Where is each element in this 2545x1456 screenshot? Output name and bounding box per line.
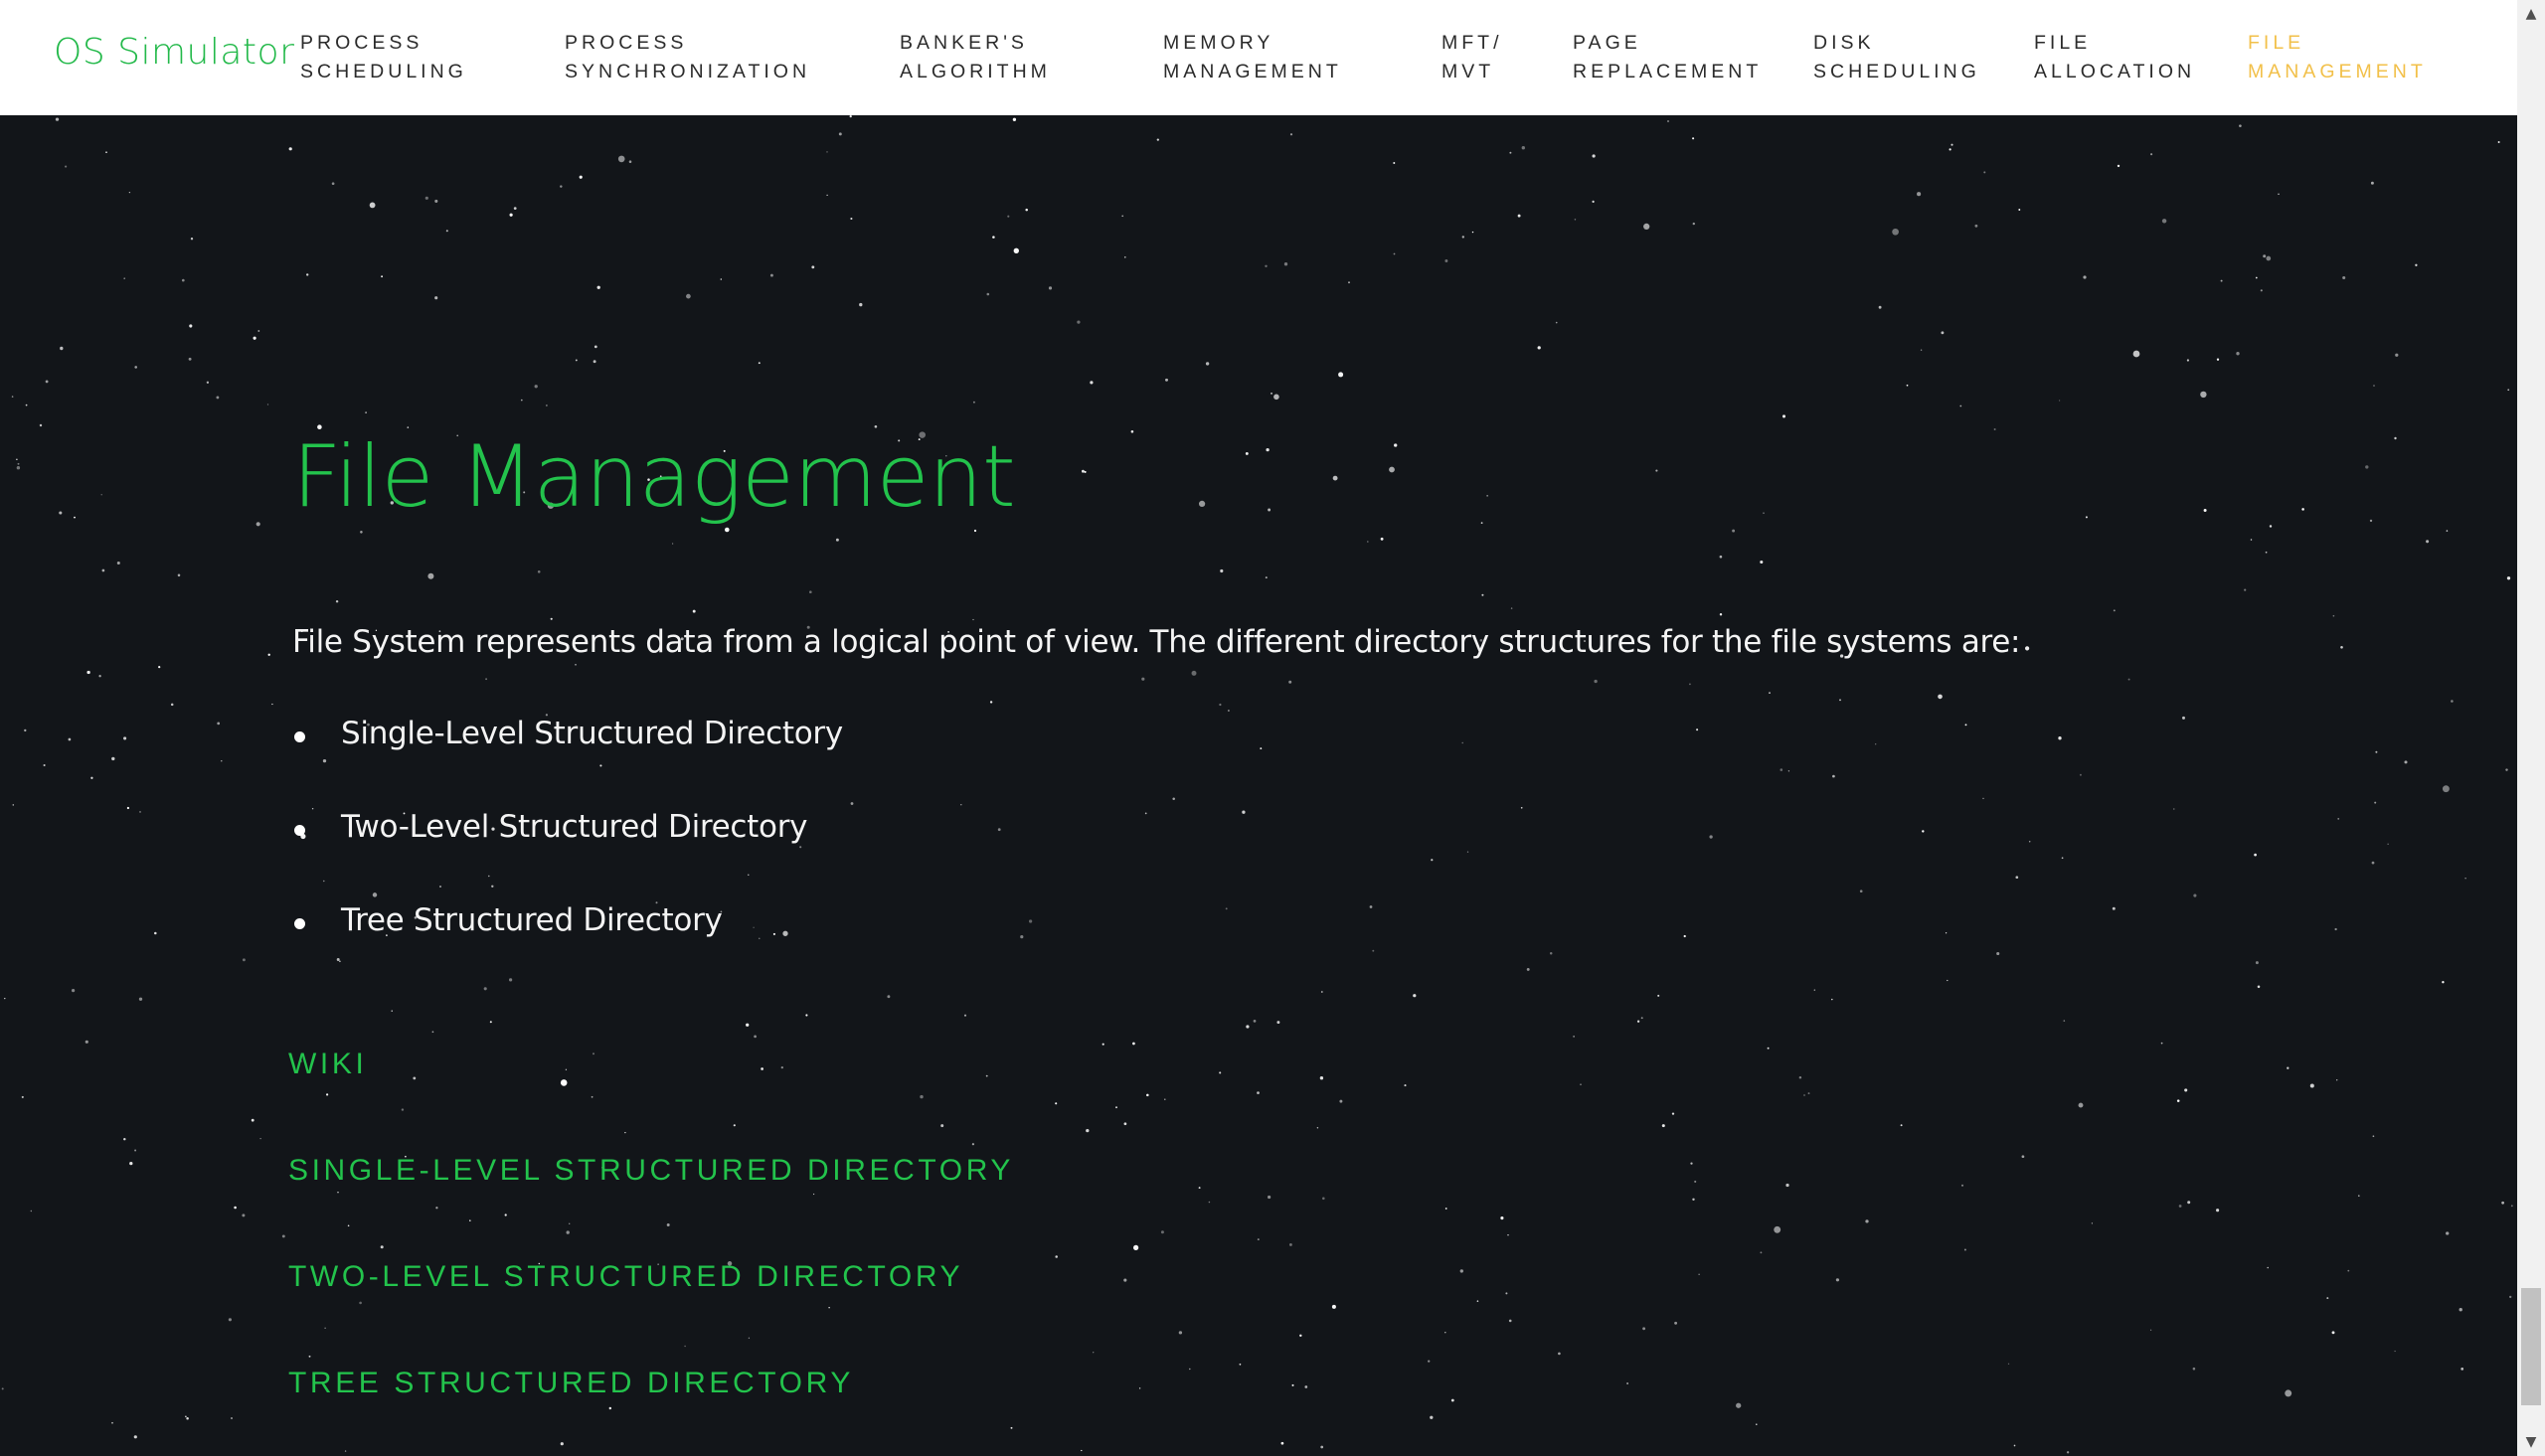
list-item: Tree Structured Directory — [292, 902, 843, 996]
nav-label-line1: PROCESS — [300, 32, 424, 54]
nav-label-line2: SCHEDULING — [1813, 61, 1980, 82]
nav-label-line2: ALGORITHM — [900, 61, 1051, 82]
nav-file-allocation[interactable]: FILE ALLOCATION — [2034, 29, 2195, 86]
nav-mft-mvt[interactable]: MFT/ MVT — [1442, 29, 1502, 86]
nav-page-replacement[interactable]: PAGE REPLACEMENT — [1573, 29, 1762, 86]
nav-label-line1: FILE — [2034, 32, 2092, 54]
vertical-scrollbar[interactable]: ▲ ▼ — [2517, 0, 2545, 1456]
page: OS Simulator PROCESS SCHEDULING PROCESS … — [0, 0, 2545, 1456]
bullet-icon — [294, 918, 305, 929]
nav-memory-management[interactable]: MEMORY MANAGEMENT — [1163, 29, 1342, 86]
nav-bankers-algorithm[interactable]: BANKER'S ALGORITHM — [900, 29, 1051, 86]
brand-logo[interactable]: OS Simulator — [54, 32, 294, 73]
bullet-icon — [294, 825, 305, 836]
list-item-label: Single-Level Structured Directory — [341, 716, 843, 751]
resource-links: WIKI SINGLE-LEVEL STRUCTURED DIRECTORY T… — [288, 1048, 1014, 1456]
list-item: Two-Level Structured Directory — [292, 809, 843, 902]
wiki-link[interactable]: WIKI — [288, 1048, 1014, 1154]
scrollbar-thumb[interactable] — [2521, 1288, 2541, 1405]
two-level-directory-link[interactable]: TWO-LEVEL STRUCTURED DIRECTORY — [288, 1260, 1014, 1367]
nav-label-line2: SCHEDULING — [300, 61, 467, 82]
nav-label-line1: DISK — [1813, 32, 1875, 54]
nav-label-line1: FILE — [2248, 32, 2305, 54]
top-navbar: OS Simulator PROCESS SCHEDULING PROCESS … — [0, 0, 2517, 115]
nav-label-line1: BANKER'S — [900, 32, 1028, 54]
nav-label-line2: SYNCHRONIZATION — [565, 61, 811, 82]
nav-label-line1: MEMORY — [1163, 32, 1274, 54]
bullet-icon — [294, 731, 305, 742]
tree-structured-directory-link[interactable]: TREE STRUCTURED DIRECTORY — [288, 1367, 1014, 1456]
directory-structure-list: Single-Level Structured Directory Two-Le… — [292, 716, 843, 996]
chevron-down-icon[interactable]: ▼ — [2517, 1428, 2545, 1456]
nav-label-line2: ALLOCATION — [2034, 61, 2196, 82]
nav-label-line1: PROCESS — [565, 32, 688, 54]
page-title: File Management — [292, 427, 1016, 527]
chevron-up-icon[interactable]: ▲ — [2517, 0, 2545, 28]
nav-disk-scheduling[interactable]: DISK SCHEDULING — [1813, 29, 1980, 86]
main-content: File Management File System represents d… — [0, 0, 2517, 1456]
nav-label-line1: PAGE — [1573, 32, 1641, 54]
nav-label-line1: MFT/ — [1442, 32, 1503, 54]
nav-process-synchronization[interactable]: PROCESS SYNCHRONIZATION — [565, 29, 810, 86]
nav-label-line2: REPLACEMENT — [1573, 61, 1763, 82]
single-level-directory-link[interactable]: SINGLE-LEVEL STRUCTURED DIRECTORY — [288, 1154, 1014, 1260]
nav-label-line2: MANAGEMENT — [2248, 61, 2427, 82]
list-item-label: Tree Structured Directory — [341, 902, 723, 938]
list-item-label: Two-Level Structured Directory — [341, 809, 808, 845]
nav-label-line2: MVT — [1442, 61, 1495, 82]
list-item: Single-Level Structured Directory — [292, 716, 843, 809]
nav-file-management[interactable]: FILE MANAGEMENT — [2248, 29, 2427, 86]
nav-label-line2: MANAGEMENT — [1163, 61, 1342, 82]
intro-paragraph: File System represents data from a logic… — [292, 624, 2021, 660]
nav-process-scheduling[interactable]: PROCESS SCHEDULING — [300, 29, 467, 86]
